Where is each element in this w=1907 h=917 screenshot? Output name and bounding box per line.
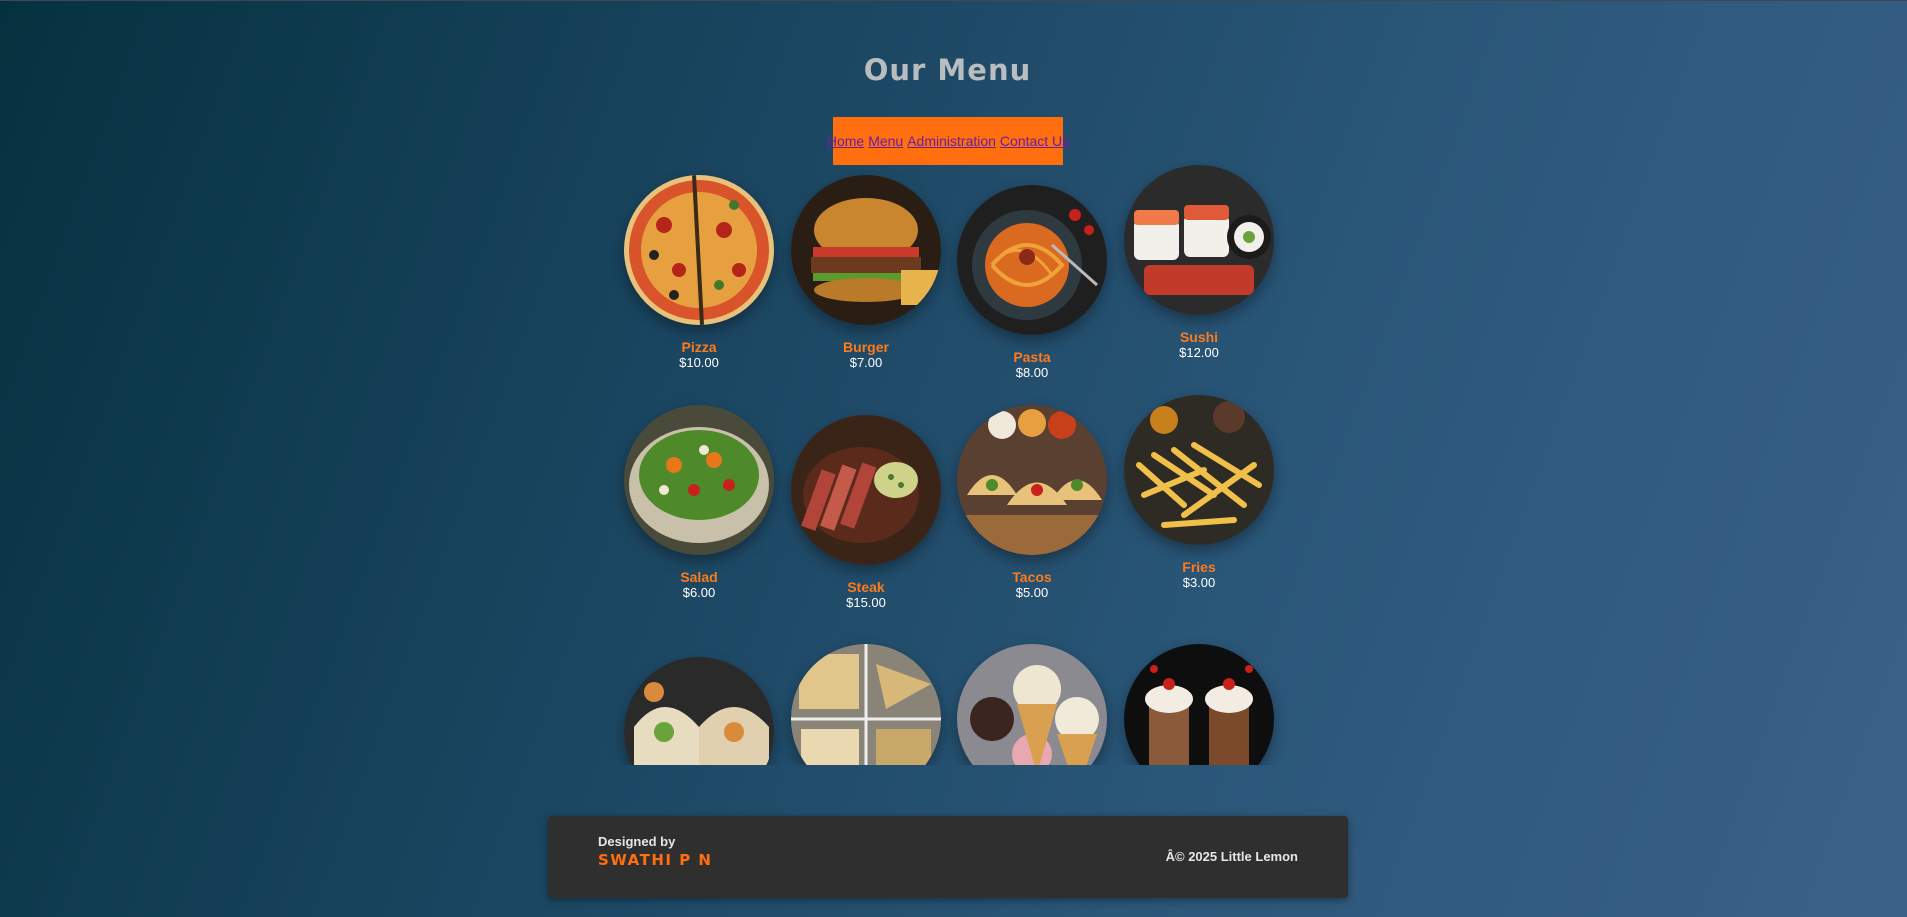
menu-item-pizza: Pizza $10.00	[624, 175, 774, 370]
dish-name: Pizza	[681, 339, 717, 355]
designed-by-label: Designed by	[598, 834, 676, 849]
menu-item-steak: Steak $15.00	[791, 415, 941, 610]
menu-item-milkshake	[1124, 644, 1274, 765]
menu-item-salad: Salad $6.00	[624, 405, 774, 600]
dish-price: $8.00	[1015, 365, 1049, 380]
dish-name: Burger	[843, 339, 889, 355]
copyright-text: Â© 2025 Little Lemon	[1165, 849, 1298, 864]
salad-image[interactable]	[624, 405, 774, 555]
steak-image[interactable]	[791, 415, 941, 565]
dish-price: $7.00	[849, 355, 883, 370]
milkshake-image[interactable]	[1124, 644, 1274, 765]
dish-name: Steak	[847, 579, 885, 595]
burger-image[interactable]	[791, 175, 941, 325]
menu-item-tacos: Tacos $5.00	[957, 405, 1107, 600]
dish-name: Fries	[1182, 559, 1216, 575]
menu-grid[interactable]: Pizza $10.00 Burger $7.00 Pasta $8.00 Su…	[600, 161, 1300, 765]
sushi-image[interactable]	[1124, 165, 1274, 315]
nav-administration-link[interactable]: Administration	[907, 133, 996, 149]
main-nav: Home Menu Administration Contact Us	[827, 117, 1069, 165]
dish-price: $12.00	[1179, 345, 1219, 360]
menu-item-wrap	[624, 657, 774, 765]
dish-name: Salad	[680, 569, 718, 585]
dish-name: Tacos	[1012, 569, 1052, 585]
wrap-image[interactable]	[624, 657, 774, 765]
dish-price: $6.00	[682, 585, 716, 600]
dish-price: $15.00	[846, 595, 886, 610]
designer-name: SWATHI P N	[598, 851, 713, 869]
site-footer: Designed by SWATHI P N Â© 2025 Little Le…	[548, 816, 1348, 898]
dish-name: Sushi	[1179, 329, 1219, 345]
menu-item-ice-cream	[957, 644, 1107, 765]
dish-price: $5.00	[1015, 585, 1049, 600]
sandwich-image[interactable]	[791, 644, 941, 765]
pasta-image[interactable]	[957, 185, 1107, 335]
fries-image[interactable]	[1124, 395, 1274, 545]
menu-item-sushi: Sushi $12.00	[1124, 165, 1274, 360]
dish-price: $3.00	[1182, 575, 1216, 590]
dish-name: Pasta	[1013, 349, 1051, 365]
nav-menu-link[interactable]: Menu	[868, 133, 903, 149]
nav-contact-link[interactable]: Contact Us	[1000, 133, 1069, 149]
page-title: Our Menu	[863, 53, 1032, 87]
dish-price: $10.00	[679, 355, 719, 370]
nav-home-link[interactable]: Home	[827, 133, 864, 149]
menu-item-fries: Fries $3.00	[1124, 395, 1274, 590]
menu-item-sandwich	[791, 644, 941, 765]
menu-item-burger: Burger $7.00	[791, 175, 941, 370]
tacos-image[interactable]	[957, 405, 1107, 555]
menu-item-pasta: Pasta $8.00	[957, 185, 1107, 380]
ice-cream-image[interactable]	[957, 644, 1107, 765]
pizza-image[interactable]	[624, 175, 774, 325]
